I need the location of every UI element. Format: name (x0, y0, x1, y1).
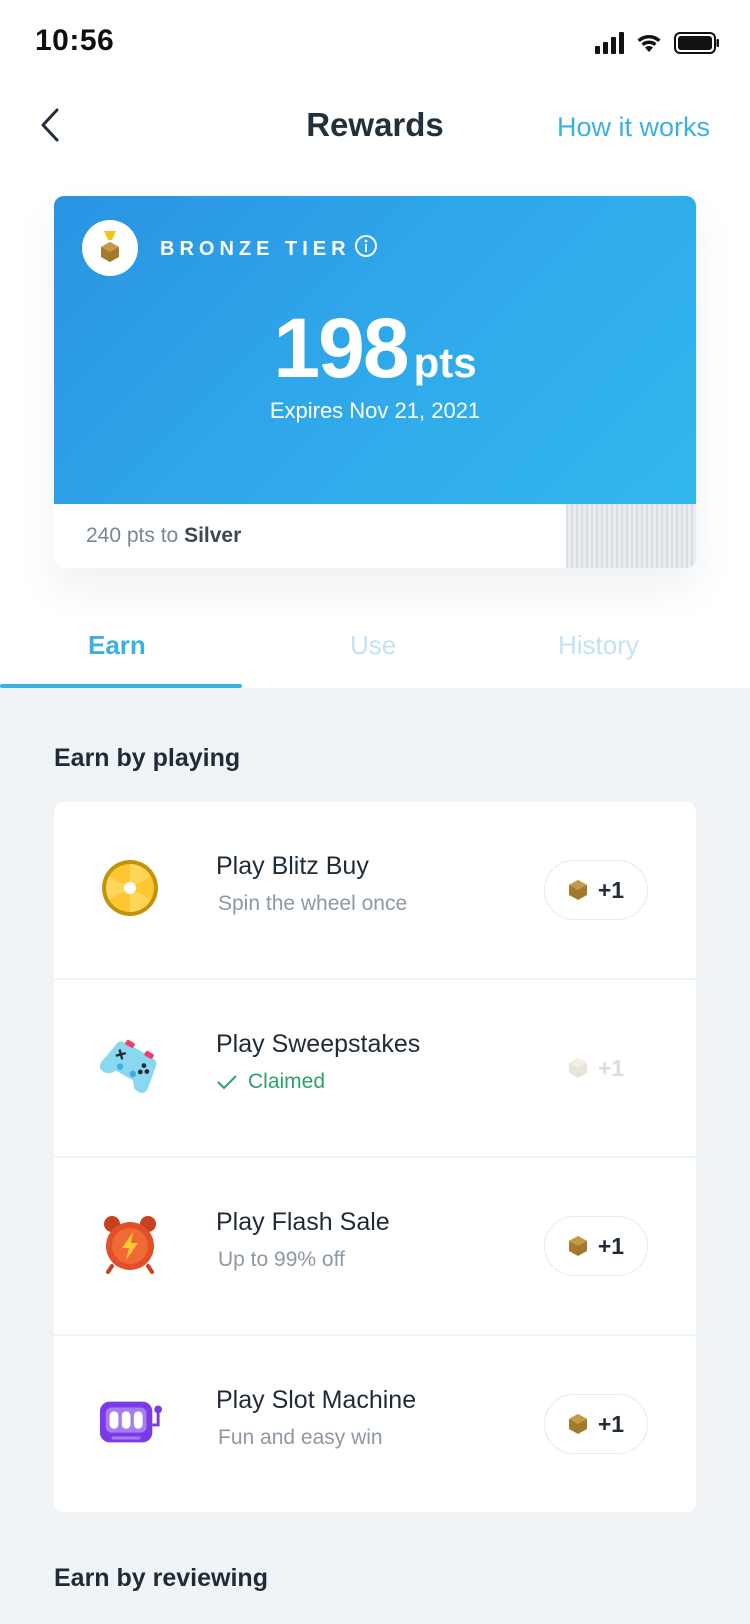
points-unit: pts (413, 339, 477, 386)
item-title: Play Slot Machine (216, 1386, 417, 1414)
reward-pill[interactable]: +1 (544, 1216, 648, 1276)
wifi-icon (637, 35, 661, 52)
progress-prefix: 240 pts to (86, 524, 179, 547)
tier-label: BRONZE TIER (160, 238, 351, 260)
reward-pill[interactable]: +1 (544, 1394, 648, 1454)
item-subtitle: Up to 99% off (218, 1248, 345, 1271)
points-value: 198 (273, 301, 409, 395)
reward-pill-disabled: +1 (544, 1038, 648, 1098)
item-title: Play Blitz Buy (216, 852, 369, 880)
reward-value: +1 (597, 1232, 625, 1259)
points-expiry: Expires Nov 21, 2021 (269, 398, 481, 423)
status-icons (595, 32, 720, 54)
points-card-header: BRONZE TIER 198 pts Expires Nov 21, 2021 (54, 196, 696, 504)
progress-pattern (566, 504, 696, 568)
how-it-works-link[interactable]: How it works (557, 112, 710, 143)
item-title: Play Sweepstakes (216, 1030, 421, 1058)
reward-value: +1 (597, 1054, 625, 1081)
alarm-clock-icon (98, 1212, 162, 1276)
points-balance: 198 pts (54, 300, 696, 397)
coin-icon (568, 1414, 587, 1434)
tab-history[interactable]: History (558, 630, 639, 661)
tab-earn[interactable]: Earn (88, 630, 146, 661)
item-subtitle: Fun and easy win (218, 1426, 383, 1449)
slot-machine-icon (98, 1390, 162, 1454)
gamepad-icon (98, 1034, 162, 1098)
active-tab-indicator (0, 684, 242, 688)
checkmark-icon (217, 1075, 237, 1090)
reward-pill[interactable]: +1 (544, 860, 648, 920)
claimed-label: Claimed (248, 1070, 326, 1093)
list-item[interactable]: Play Slot Machine Fun and easy win +1 (54, 1336, 696, 1512)
reward-value: +1 (597, 876, 625, 903)
bronze-medal-icon (101, 231, 119, 262)
tier-badge (82, 220, 138, 276)
list-item[interactable]: Play Flash Sale Up to 99% off +1 (54, 1158, 696, 1334)
status-bar: 10:56 (0, 0, 750, 90)
tier-progress: 240 pts to Silver (54, 504, 696, 568)
item-title: Play Flash Sale (216, 1208, 390, 1236)
list-item[interactable]: Play Blitz Buy Spin the wheel once +1 (54, 802, 696, 978)
wheel-icon (98, 856, 162, 920)
points-card: BRONZE TIER 198 pts Expires Nov 21, 2021 … (54, 196, 696, 568)
status-time: 10:56 (35, 24, 115, 57)
reward-value: +1 (597, 1410, 625, 1437)
coin-icon (568, 1058, 587, 1078)
navigation-bar: Rewards How it works (0, 90, 750, 162)
earn-by-playing-list: Play Blitz Buy Spin the wheel once +1 Pl… (54, 802, 696, 1514)
next-tier-name: Silver (184, 524, 242, 547)
coin-icon (568, 1236, 587, 1256)
list-item[interactable]: Play Sweepstakes Claimed +1 (54, 980, 696, 1156)
header-area: 10:56 Rewards How it works BRONZE TIER 1… (0, 0, 750, 688)
section-title-earn-by-playing: Earn by playing (54, 744, 241, 772)
battery-icon (674, 32, 719, 54)
claimed-status: Claimed (216, 1070, 325, 1094)
item-subtitle: Spin the wheel once (218, 892, 408, 915)
coin-icon (568, 880, 587, 900)
signal-icon (595, 32, 624, 54)
tier-progress-text: 240 pts to Silver (86, 524, 241, 548)
tab-bar: Earn Use History (0, 620, 750, 688)
tab-use[interactable]: Use (350, 630, 396, 661)
info-icon[interactable] (354, 234, 378, 258)
section-title-earn-by-reviewing: Earn by reviewing (54, 1564, 268, 1592)
